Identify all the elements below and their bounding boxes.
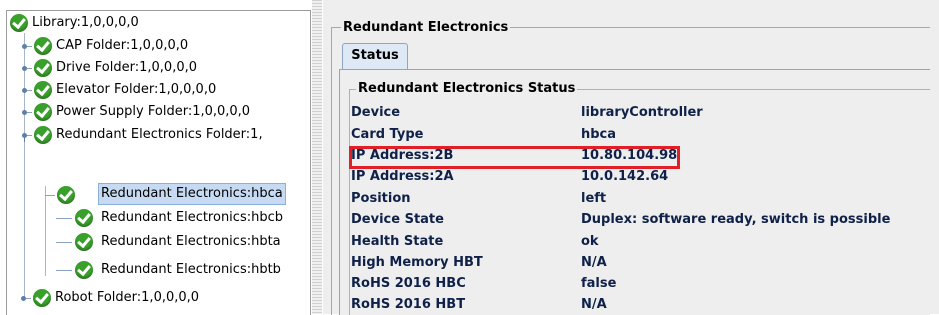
check-circle-icon — [34, 81, 52, 99]
tree-connector — [56, 218, 72, 219]
tab-status[interactable]: Status — [342, 43, 408, 69]
tree-node-label-selected: Redundant Electronics:hbca — [98, 183, 286, 205]
tree-node-robot-folder[interactable]: Robot Folder:1,0,0,0,0 — [6, 287, 306, 309]
tree-node-label: Redundant Electronics:hbta — [101, 234, 281, 249]
check-circle-icon — [75, 233, 93, 251]
status-key: Position — [351, 191, 411, 206]
status-key: RoHS 2016 HBC — [351, 276, 466, 291]
tree-node-cap-folder[interactable]: CAP Folder:1,0,0,0,0 — [7, 35, 307, 57]
highlight-box — [349, 146, 680, 169]
check-circle-icon — [10, 14, 28, 32]
tree-toggle-icon[interactable] — [22, 110, 27, 115]
status-value: false — [581, 276, 617, 291]
status-value: libraryController — [581, 105, 703, 120]
status-row: IP Address:2A 10.0.142.64 — [351, 166, 921, 187]
tree-node-drive-folder[interactable]: Drive Folder:1,0,0,0,0 — [7, 57, 307, 79]
tree-node-label: Robot Folder:1,0,0,0,0 — [55, 290, 200, 305]
tree-node-hbta[interactable]: Redundant Electronics:hbta — [56, 231, 306, 253]
status-row: Card Type hbca — [351, 124, 921, 145]
status-row: Position left — [351, 188, 921, 209]
status-key: RoHS 2016 HBT — [351, 297, 466, 312]
tree-node-library[interactable]: Library:1,0,0,0,0 — [7, 12, 307, 34]
check-circle-icon — [34, 103, 52, 121]
check-circle-icon — [75, 209, 93, 227]
status-row: RoHS 2016 HBC false — [351, 273, 921, 294]
status-value: N/A — [581, 297, 607, 312]
tree-node-label: Redundant Electronics:hbcb — [101, 210, 283, 225]
tree-node-hbca[interactable]: Redundant Electronics:hbca — [7, 183, 307, 206]
tree-node-label: Redundant Electronics Folder:1, — [56, 127, 263, 142]
status-key: Health State — [351, 234, 444, 249]
check-circle-icon — [34, 59, 52, 77]
check-circle-icon — [34, 37, 52, 55]
status-value: N/A — [581, 255, 607, 270]
tree-node-hbcb[interactable]: Redundant Electronics:hbcb — [56, 207, 306, 229]
check-circle-icon — [75, 261, 93, 279]
tree-node-label: Elevator Folder:1,0,0,0,0 — [56, 82, 217, 97]
tree-connector — [56, 242, 72, 243]
status-key: IP Address:2A — [351, 169, 454, 184]
tree-connector — [45, 195, 55, 196]
check-circle-icon — [34, 126, 52, 144]
check-circle-icon — [33, 289, 51, 307]
status-row: Device State Duplex: software ready, swit… — [351, 209, 921, 230]
tree-toggle-icon[interactable] — [22, 44, 27, 49]
status-key: Card Type — [351, 127, 424, 142]
status-value: Duplex: software ready, switch is possib… — [581, 212, 891, 227]
status-value: left — [581, 191, 607, 206]
tree-toggle-icon[interactable] — [22, 88, 27, 93]
tree-toggle-icon[interactable] — [22, 66, 27, 71]
status-group-title: Redundant Electronics Status — [356, 81, 578, 96]
expanded-indicator — [24, 138, 25, 142]
status-value: 10.0.142.64 — [581, 169, 669, 184]
tree-node-power-supply-folder[interactable]: Power Supply Folder:1,0,0,0,0 — [7, 101, 307, 123]
tree-node-elevator-folder[interactable]: Elevator Folder:1,0,0,0,0 — [7, 79, 307, 101]
status-value: hbca — [581, 127, 617, 142]
status-row: RoHS 2016 HBT N/A — [351, 294, 921, 315]
tree-node-redundant-electronics-folder[interactable]: Redundant Electronics Folder:1, — [7, 124, 307, 146]
split-pane-divider[interactable] — [312, 0, 322, 314]
status-row: Health State ok — [351, 231, 921, 252]
tree-node-hbtb[interactable]: Redundant Electronics:hbtb — [56, 259, 306, 281]
tree-node-label: CAP Folder:1,0,0,0,0 — [56, 38, 189, 53]
tree-node-label: Drive Folder:1,0,0,0,0 — [56, 60, 198, 75]
tree-node-label: Redundant Electronics:hbtb — [101, 262, 281, 277]
status-key: High Memory HBT — [351, 255, 483, 270]
status-value: ok — [581, 234, 599, 249]
status-row: High Memory HBT N/A — [351, 252, 921, 273]
status-key: Device — [351, 105, 401, 120]
status-key: Device State — [351, 212, 444, 227]
status-row: Device libraryController — [351, 102, 921, 123]
check-circle-icon — [57, 186, 75, 204]
tree-node-label: Library:1,0,0,0,0 — [32, 15, 139, 30]
panel-title: Redundant Electronics — [341, 20, 511, 35]
tree-toggle-icon[interactable] — [21, 296, 26, 301]
tree-connector — [56, 270, 72, 271]
tree-node-label: Power Supply Folder:1,0,0,0,0 — [56, 104, 251, 119]
